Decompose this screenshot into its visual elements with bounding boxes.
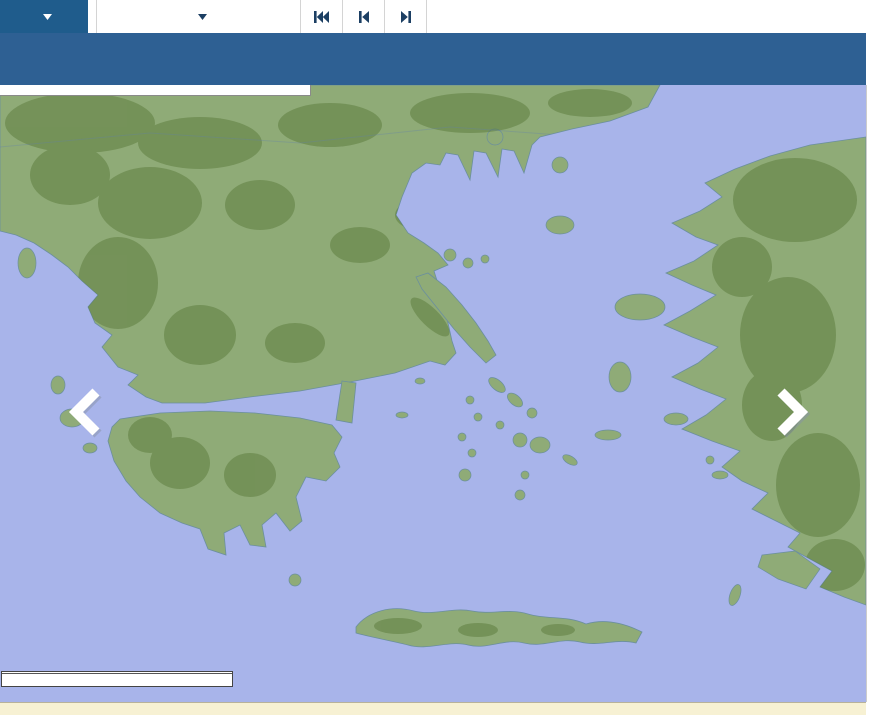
step-back-button[interactable]	[343, 0, 385, 33]
next-region-arrow[interactable]	[773, 384, 813, 440]
chevron-down-icon	[198, 13, 207, 20]
skip-to-first-icon	[314, 10, 329, 23]
weather-app	[0, 0, 880, 715]
region-dropdown-button[interactable]	[0, 0, 88, 33]
skip-to-first-button[interactable]	[301, 0, 343, 33]
datetime-dropdown-button[interactable]	[96, 0, 301, 33]
disclaimer-strip	[0, 702, 866, 715]
time-selector-bar	[0, 33, 866, 85]
toolbar	[0, 0, 866, 33]
step-forward-button[interactable]	[385, 0, 427, 33]
chevron-right-icon	[777, 388, 811, 438]
beaufort-scale	[2, 673, 232, 686]
chevron-down-icon	[43, 13, 52, 20]
disclaimer-text	[0, 703, 866, 705]
weather-map-area	[0, 84, 867, 702]
weather-map	[0, 84, 867, 702]
wind-legend	[1, 671, 233, 687]
step-forward-icon	[400, 10, 411, 23]
forecast-info-box	[0, 85, 311, 96]
step-back-icon	[358, 10, 369, 23]
chevron-left-icon	[68, 388, 102, 438]
previous-region-arrow[interactable]	[64, 384, 104, 440]
